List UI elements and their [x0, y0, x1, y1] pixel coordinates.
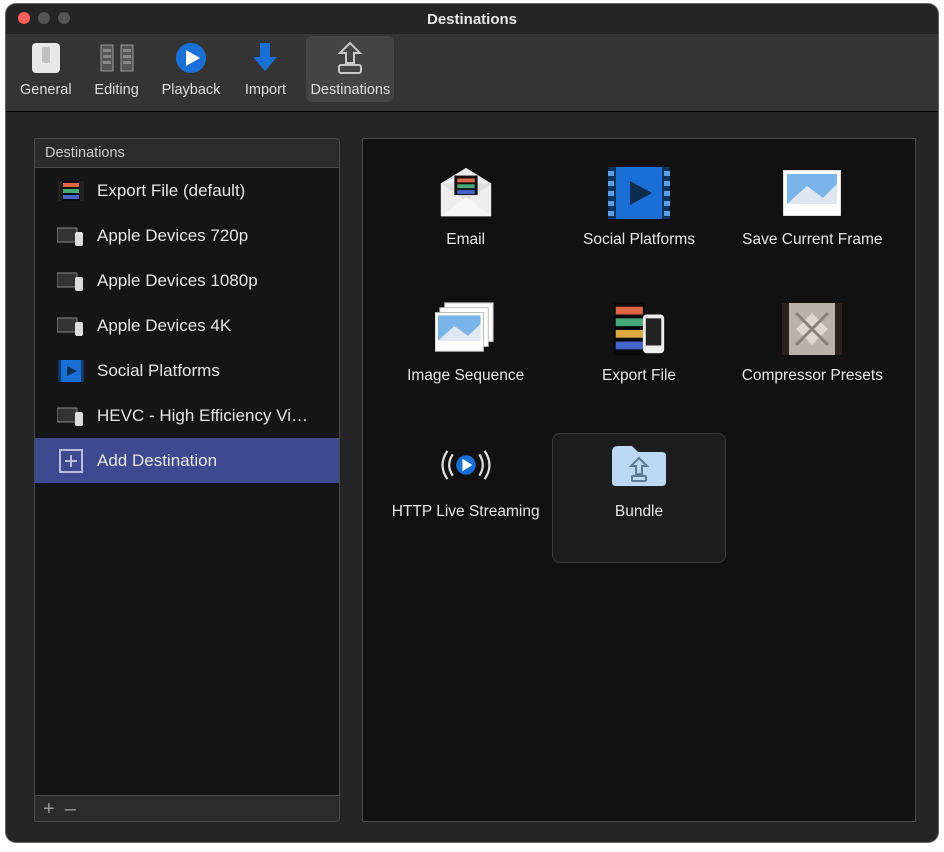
destinations-icon — [330, 38, 370, 78]
film-icon — [57, 180, 85, 202]
sidebar-item-export-file[interactable]: Export File (default) — [35, 168, 339, 213]
sidebar-footer: + – — [34, 796, 340, 822]
dest-label: Save Current Frame — [742, 231, 882, 249]
dest-http-live[interactable]: HTTP Live Streaming — [379, 433, 552, 563]
window-title: Destinations — [427, 11, 517, 28]
frame-icon — [781, 165, 843, 221]
dest-social[interactable]: Social Platforms — [552, 161, 725, 291]
import-icon — [245, 38, 285, 78]
window-controls — [18, 12, 70, 24]
sidebar-item-social[interactable]: Social Platforms — [35, 348, 339, 393]
sidebar: Destinations Export File (default) Apple… — [6, 138, 340, 822]
devices-icon — [57, 225, 85, 247]
sidebar-item-add-destination[interactable]: Add Destination — [35, 438, 339, 483]
titlebar: Destinations — [6, 4, 938, 34]
destination-gallery: Email Social Platforms Save Current Fram… — [362, 138, 916, 822]
dest-compressor[interactable]: Compressor Presets — [726, 297, 899, 427]
plus-box-icon — [57, 450, 85, 472]
minimize-icon[interactable] — [38, 12, 50, 24]
toolbar: General Editing Playback Import Destinat… — [6, 34, 938, 112]
dest-label: Image Sequence — [407, 367, 524, 385]
tab-playback[interactable]: Playback — [158, 36, 225, 102]
sidebar-header: Destinations — [34, 138, 340, 167]
dest-label: Social Platforms — [583, 231, 695, 249]
image-sequence-icon — [435, 301, 497, 357]
dest-label: Compressor Presets — [742, 367, 883, 385]
dest-email[interactable]: Email — [379, 161, 552, 291]
social-film-icon — [608, 165, 670, 221]
sidebar-item-label: Apple Devices 720p — [97, 226, 248, 246]
sidebar-item-hevc[interactable]: HEVC - High Efficiency Vi… — [35, 393, 339, 438]
add-button[interactable]: + — [43, 799, 55, 819]
dest-save-frame[interactable]: Save Current Frame — [726, 161, 899, 291]
zoom-icon[interactable] — [58, 12, 70, 24]
dest-label: Export File — [602, 367, 676, 385]
devices-icon — [57, 270, 85, 292]
sidebar-item-label: Social Platforms — [97, 361, 220, 381]
tab-editing[interactable]: Editing — [88, 36, 146, 102]
social-film-icon — [57, 360, 85, 382]
tab-label: General — [20, 82, 72, 98]
tab-label: Editing — [94, 82, 138, 98]
remove-button[interactable]: – — [65, 799, 76, 819]
playback-icon — [171, 38, 211, 78]
sidebar-item-label: HEVC - High Efficiency Vi… — [97, 406, 308, 426]
tab-import[interactable]: Import — [236, 36, 294, 102]
tab-destinations[interactable]: Destinations — [306, 36, 394, 102]
content-area: Destinations Export File (default) Apple… — [6, 112, 938, 842]
tab-general[interactable]: General — [16, 36, 76, 102]
dest-export-file[interactable]: Export File — [552, 297, 725, 427]
dest-image-sequence[interactable]: Image Sequence — [379, 297, 552, 427]
bundle-folder-icon — [608, 437, 670, 493]
preferences-window: Destinations General Editing Playback I — [6, 4, 938, 842]
sidebar-item-label: Apple Devices 4K — [97, 316, 231, 336]
devices-icon — [57, 315, 85, 337]
sidebar-item-label: Apple Devices 1080p — [97, 271, 258, 291]
editing-icon — [97, 38, 137, 78]
dest-bundle[interactable]: Bundle — [552, 433, 725, 563]
devices-icon — [57, 405, 85, 427]
general-icon — [26, 38, 66, 78]
tab-label: Playback — [162, 82, 221, 98]
sidebar-item-720p[interactable]: Apple Devices 720p — [35, 213, 339, 258]
dest-label: Email — [446, 231, 485, 249]
close-icon[interactable] — [18, 12, 30, 24]
export-file-icon — [608, 301, 670, 357]
sidebar-item-4k[interactable]: Apple Devices 4K — [35, 303, 339, 348]
compressor-icon — [781, 301, 843, 357]
sidebar-item-1080p[interactable]: Apple Devices 1080p — [35, 258, 339, 303]
sidebar-item-label: Add Destination — [97, 451, 217, 471]
sidebar-list: Export File (default) Apple Devices 720p… — [34, 167, 340, 796]
tab-label: Import — [245, 82, 286, 98]
email-icon — [435, 165, 497, 221]
streaming-icon — [435, 437, 497, 493]
dest-label: Bundle — [615, 503, 663, 521]
dest-label: HTTP Live Streaming — [392, 503, 540, 521]
sidebar-item-label: Export File (default) — [97, 181, 245, 201]
tab-label: Destinations — [310, 82, 390, 98]
